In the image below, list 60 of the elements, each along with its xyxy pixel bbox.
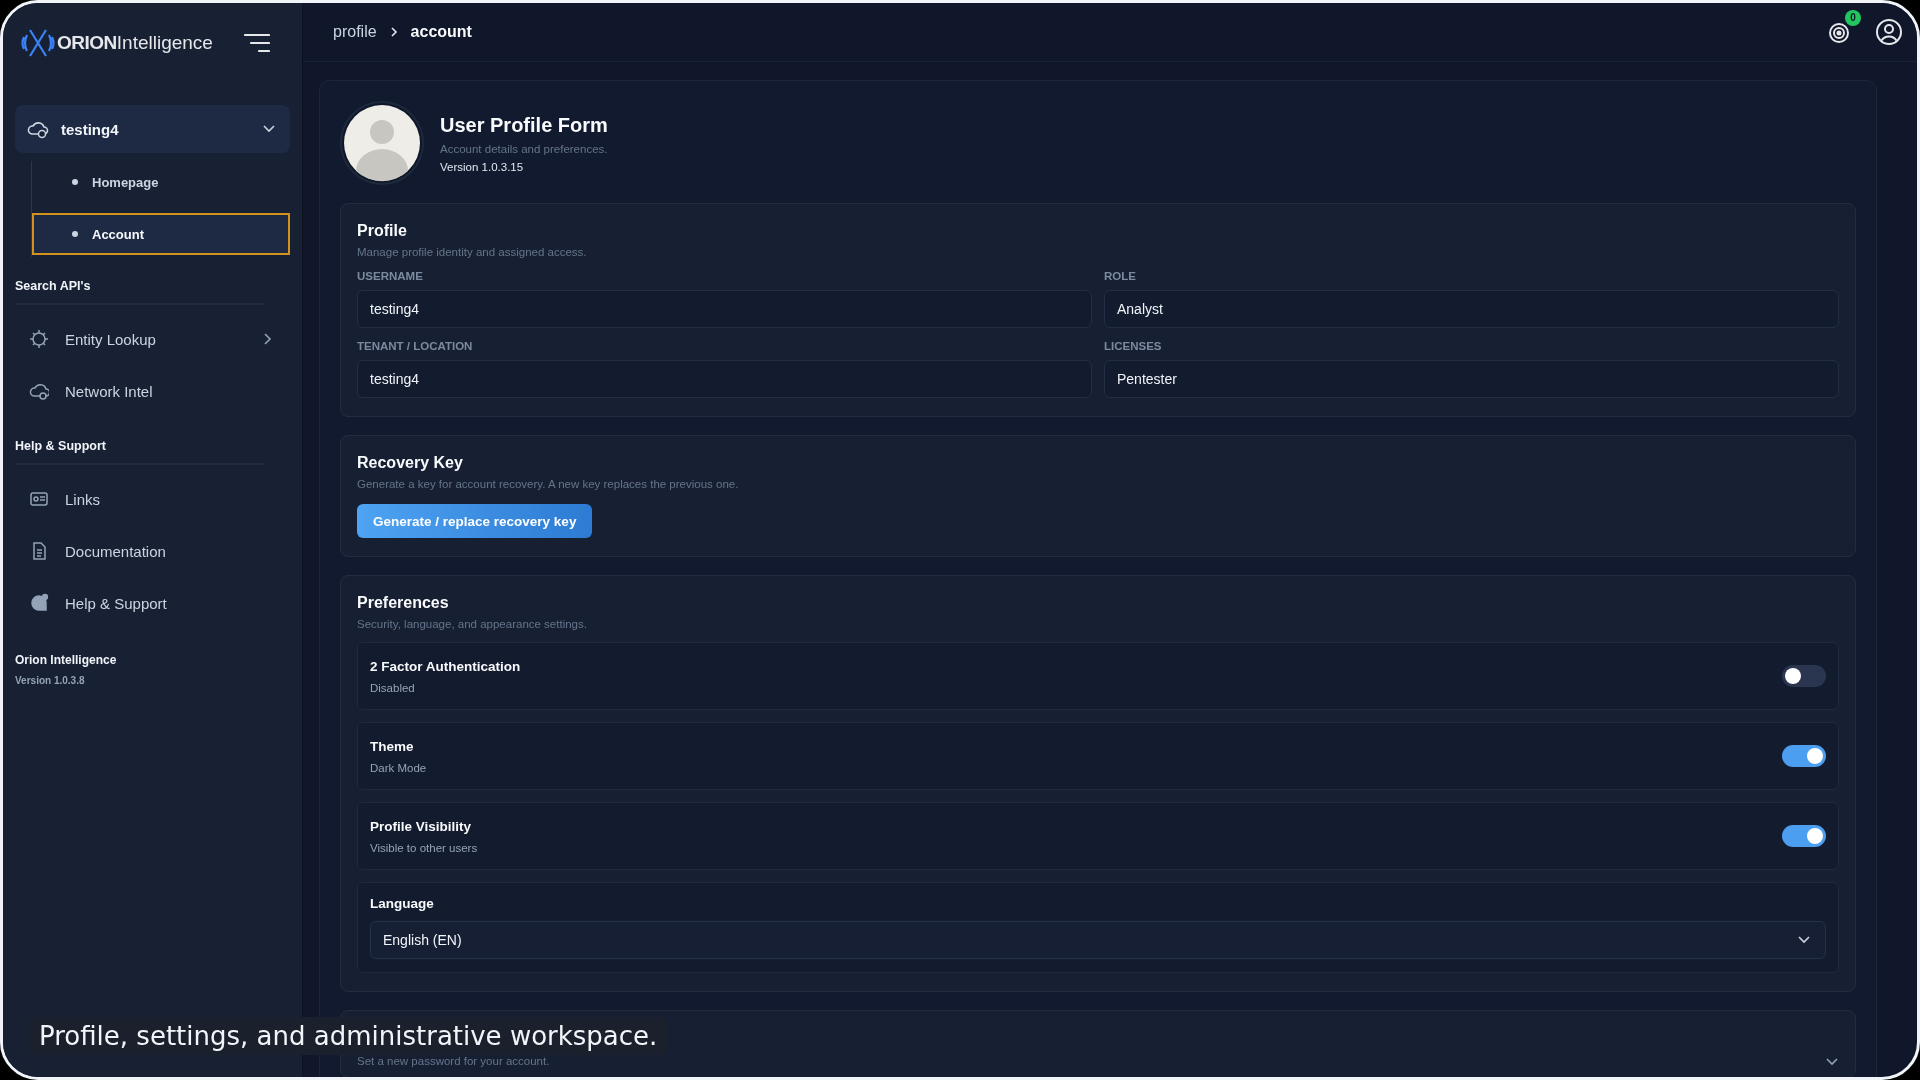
section-heading: Help & Support (15, 439, 107, 453)
chat-bubble-icon (29, 593, 49, 613)
workspace-dropdown[interactable]: testing4 (15, 105, 290, 153)
chevron-icon (1797, 935, 1811, 945)
card-title: Profile (357, 222, 408, 240)
menu-icon[interactable] (244, 32, 270, 54)
setting-detail: Dark Mode (370, 761, 428, 774)
caption: Profile, settings, and administrative workspace. (29, 1017, 668, 1055)
chevron-icon (388, 26, 399, 38)
input-field[interactable]: testing4 (357, 360, 1092, 398)
setting-detail: Disabled (370, 681, 416, 694)
nav-item[interactable]: Entity Lookup (15, 313, 290, 365)
toggle-switch[interactable] (1782, 665, 1826, 687)
setting-detail: Visible to other users (370, 841, 479, 854)
app-name: Orion Intelligence (15, 653, 118, 667)
card-title: Preferences (357, 594, 450, 612)
id-card-icon (29, 489, 49, 509)
form-version: Version 1.0.3.15 (440, 160, 525, 173)
toggle-switch[interactable] (1782, 825, 1826, 847)
cloud-icon (27, 119, 49, 139)
chevron-icon[interactable] (1825, 1057, 1839, 1067)
avatar-icon (340, 101, 424, 185)
input-field[interactable]: testing4 (357, 290, 1092, 328)
setting-title: Profile Visibility (370, 818, 473, 834)
nav-item[interactable]: Account (32, 213, 290, 255)
chevron-icon (262, 332, 272, 346)
card-title: Recovery Key (357, 454, 464, 472)
setting-title: Theme (370, 738, 415, 754)
input-field[interactable]: Pentester (1104, 360, 1839, 398)
app-version: Version 1.0.3.8 (15, 675, 86, 686)
form-title: User Profile Form (440, 113, 608, 137)
form-subtitle: Account details and preferences. (440, 142, 608, 155)
nav-item[interactable]: Network Intel (15, 365, 290, 417)
nav-item[interactable]: Help & Support (15, 577, 290, 629)
nav-item[interactable]: Homepage (32, 161, 290, 203)
nav-item[interactable]: Documentation (15, 525, 290, 577)
radar-icon[interactable] (1827, 20, 1851, 44)
input-field[interactable]: Analyst (1104, 290, 1839, 328)
breadcrumb-link[interactable]: account (410, 23, 472, 41)
card-subtitle: Set a new password for your account. (357, 1055, 550, 1067)
breadcrumb-link[interactable]: profile (333, 23, 377, 41)
nav-item[interactable]: Links (15, 473, 290, 525)
field-label: ROLE (1104, 270, 1137, 282)
card-subtitle: Generate a key for account recovery. A new key replaces the previous one. (357, 478, 740, 490)
setting-title: 2 Factor Authentication (370, 658, 522, 674)
user-icon[interactable] (1875, 18, 1903, 46)
field-label: USERNAME (357, 270, 424, 282)
field-label: LICENSES (1104, 340, 1163, 352)
card-subtitle: Manage profile identity and assigned access. (357, 246, 588, 258)
setting-title: Language (370, 896, 435, 911)
notification-badge: 0 (1845, 10, 1861, 26)
toggle-switch[interactable] (1782, 745, 1826, 767)
logo-text: ORIONIntelligence (57, 32, 213, 54)
language-select[interactable]: English (EN) (370, 921, 1826, 959)
chevron-icon (262, 124, 276, 134)
cloud-icon (29, 381, 49, 401)
field-label: TENANT / LOCATION (357, 340, 474, 352)
gear-icon (29, 329, 49, 349)
card-subtitle: Security, language, and appearance settings. (357, 618, 588, 630)
section-heading: Search API's (15, 279, 92, 293)
